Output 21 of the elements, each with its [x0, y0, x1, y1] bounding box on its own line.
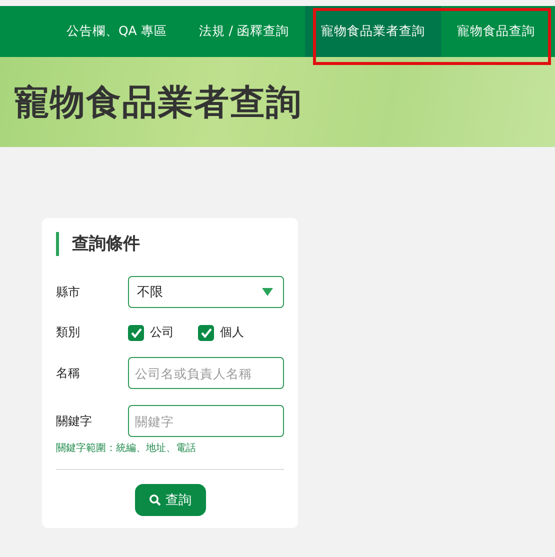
nav-link[interactable]: 寵物食品查詢: [441, 6, 551, 57]
county-select[interactable]: 不限: [128, 276, 284, 308]
name-input-field[interactable]: 公司名或負責人名稱: [128, 357, 284, 389]
checkbox-icon[interactable]: [128, 324, 144, 340]
nav-link[interactable]: 公告欄、QA 專區: [50, 6, 183, 57]
category-checkbox[interactable]: 個人: [198, 324, 244, 341]
field-label: 名稱: [56, 364, 81, 382]
page-title: 寵物食品業者查詢: [14, 82, 302, 124]
search-button[interactable]: 查詢: [134, 484, 206, 516]
nav-link[interactable]: 寵物食品業者查詢: [305, 6, 441, 57]
category-checkbox[interactable]: 公司: [128, 324, 174, 341]
nav-link[interactable]: 法規 / 函釋查詢: [182, 6, 305, 57]
card-title: 查詢條件: [56, 232, 284, 256]
field-label: 關鍵字: [56, 412, 93, 430]
keyword-input-field[interactable]: 關鍵字: [128, 405, 284, 437]
keyword-hint: 關鍵字範圍：統編、地址、電話: [56, 442, 197, 455]
dropdown-caret-icon: [262, 288, 273, 296]
field-label: 類別: [56, 324, 81, 341]
checkbox-icon[interactable]: [198, 324, 214, 340]
search-icon: [148, 494, 160, 506]
field-label: 縣市: [56, 284, 81, 300]
